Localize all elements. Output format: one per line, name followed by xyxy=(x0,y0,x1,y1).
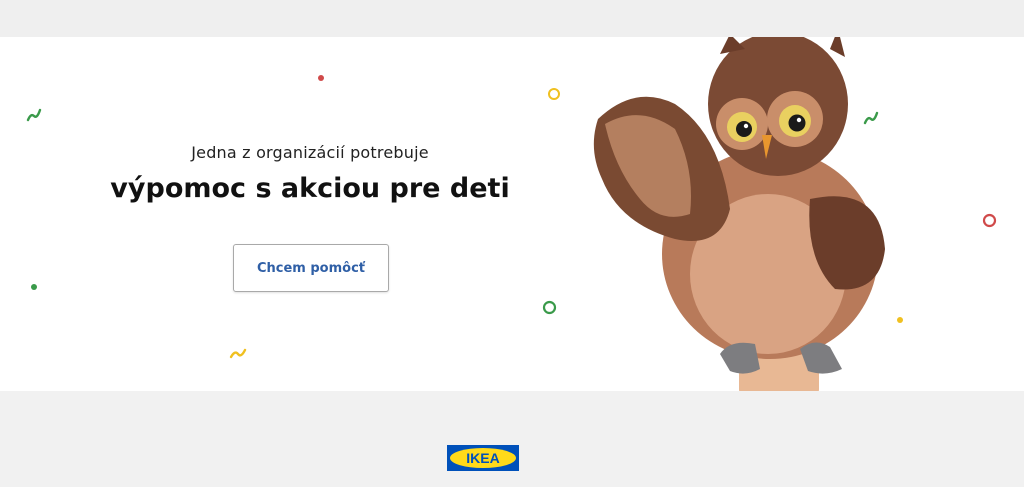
ikea-logo[interactable]: IKEA xyxy=(447,445,521,473)
ikea-logo-text: IKEA xyxy=(466,450,499,466)
top-band xyxy=(0,0,1024,37)
confetti-ring-yellow xyxy=(548,88,560,100)
help-button[interactable]: Chcem pomôcť xyxy=(233,244,389,292)
owl-ear-right xyxy=(830,37,845,57)
confetti-ring-red xyxy=(982,213,997,228)
banner-headline: výpomoc s akciou pre deti xyxy=(110,173,510,204)
confetti-ring-green xyxy=(542,300,557,315)
confetti-dot-green-left xyxy=(31,284,37,290)
owl-pupil-left xyxy=(736,121,752,137)
owl-puppet-image xyxy=(593,37,885,391)
owl-glint-left xyxy=(743,123,749,129)
owl-glint-right xyxy=(796,117,802,123)
promo-banner: Jedna z organizácií potrebuje výpomoc s … xyxy=(0,37,1024,391)
page-footer: IKEA xyxy=(0,391,1024,487)
banner-subtitle: Jedna z organizácií potrebuje xyxy=(191,143,429,162)
confetti-squiggle-yellow xyxy=(229,348,247,359)
confetti-squiggle-green-left xyxy=(26,108,42,122)
confetti-dot-red xyxy=(318,75,324,81)
owl-pupil-right xyxy=(788,114,806,132)
